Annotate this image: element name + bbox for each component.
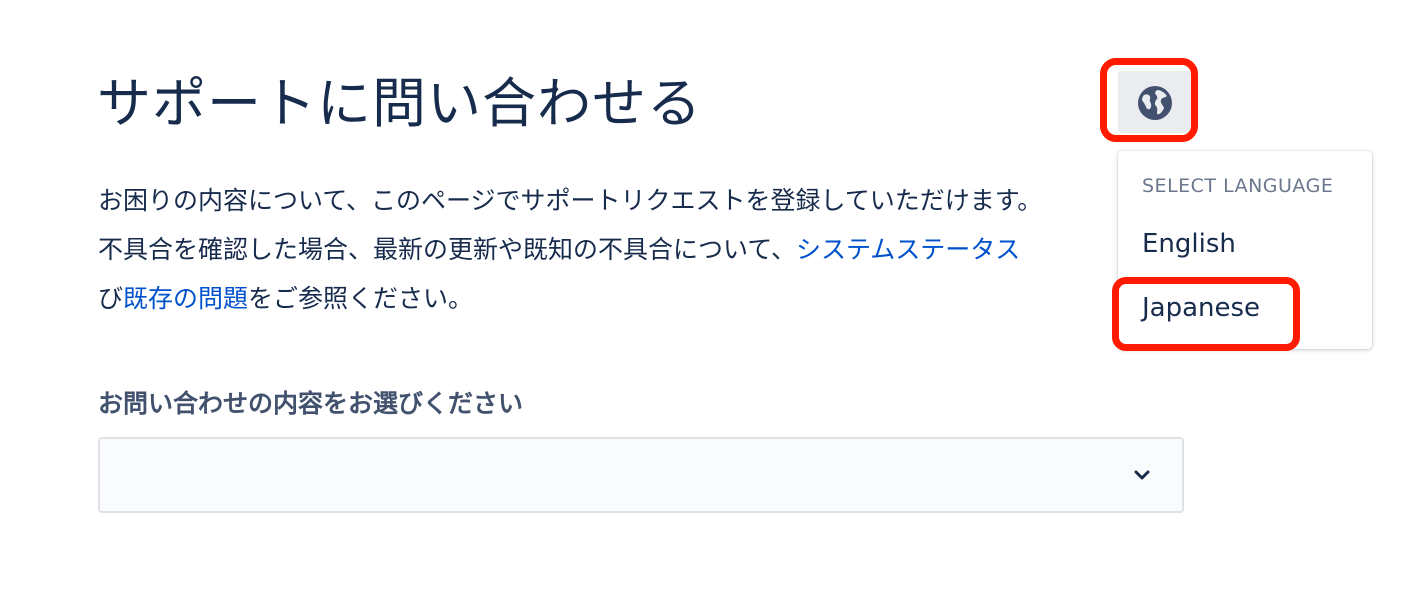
language-menu-heading: SELECT LANGUAGE [1142,175,1334,197]
page-title: サポートに問い合わせる [97,72,702,135]
language-option-english[interactable]: English [1142,229,1236,259]
description-line-1: お困りの内容について、このページでサポートリクエストを登録していただけます。 [98,186,1043,215]
page-description: お困りの内容について、このページでサポートリクエストを登録していただけます。 不… [98,176,1128,326]
description-line-3-prefix: び [98,284,124,313]
description-line-2-text: 不具合を確認した場合、最新の更新や既知の不具合について、 [98,235,797,264]
system-status-link[interactable]: システムステータス [796,235,1020,264]
request-type-select[interactable] [98,437,1184,513]
description-line-3: び既存の問題をご参照ください。 [98,274,1128,323]
description-line-2: 不具合を確認した場合、最新の更新や既知の不具合について、システムステータス [98,225,1128,274]
request-type-label: お問い合わせの内容をお選びください [98,389,524,418]
chevron-down-icon [1134,470,1150,480]
description-line-3-suffix: をご参照ください。 [248,284,474,313]
japanese-option-highlight [1112,277,1300,351]
existing-issues-link[interactable]: 既存の問題 [123,284,248,313]
globe-button-highlight [1100,58,1198,142]
